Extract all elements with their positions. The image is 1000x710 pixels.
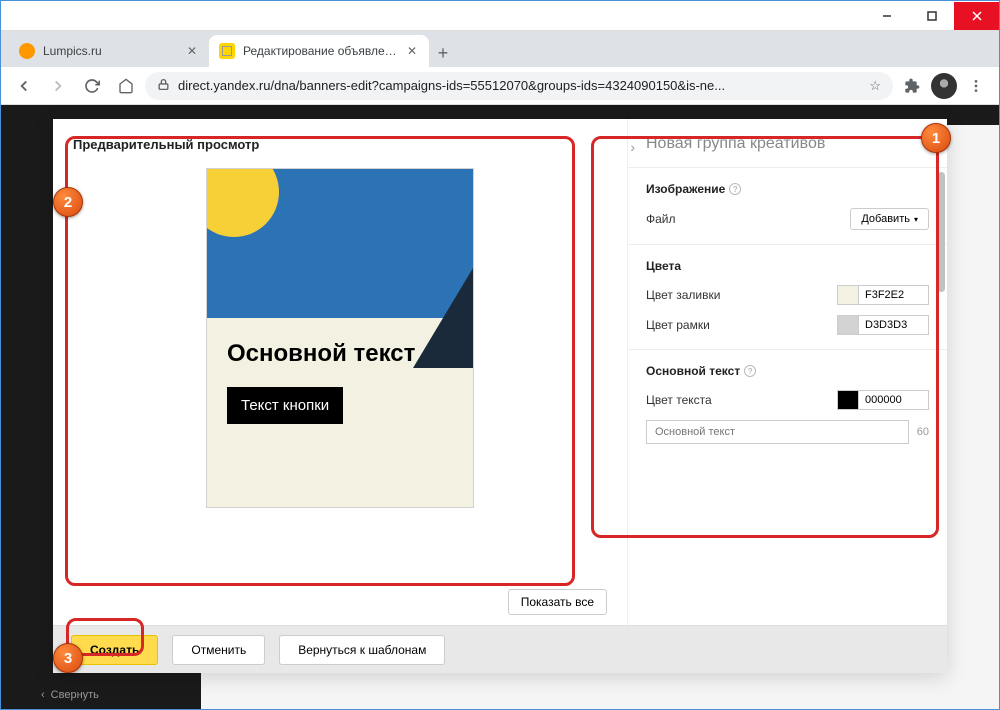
- window-titlebar: [1, 1, 999, 31]
- tab-close-icon[interactable]: ✕: [185, 44, 199, 58]
- chevron-left-icon: ‹: [41, 689, 45, 701]
- settings-panel: Новая группа креативов Изображение ? Фай…: [627, 119, 947, 625]
- text-color-input[interactable]: [859, 390, 929, 410]
- section-label: Изображение: [646, 182, 725, 196]
- preview-title: Предварительный просмотр: [73, 137, 607, 152]
- show-all-button[interactable]: Показать все: [508, 589, 607, 615]
- window-maximize-button[interactable]: [909, 2, 954, 30]
- menu-button[interactable]: [961, 71, 991, 101]
- image-section: Изображение ? Файл Добавить ▾: [628, 168, 947, 245]
- banner-triangle-shape: [413, 268, 473, 368]
- scrollbar-thumb[interactable]: [938, 172, 945, 292]
- file-label: Файл: [646, 212, 676, 226]
- reload-button[interactable]: [77, 71, 107, 101]
- favicon-icon: [19, 43, 35, 59]
- border-color-input[interactable]: [859, 315, 929, 335]
- tab-title: Редактирование объявлений: [243, 44, 397, 58]
- modal-close-button[interactable]: ✕: [924, 125, 939, 146]
- border-color-label: Цвет рамки: [646, 318, 710, 332]
- tab-yandex-direct[interactable]: Редактирование объявлений ✕: [209, 35, 429, 67]
- browser-window: Lumpics.ru ✕ Редактирование объявлений ✕…: [0, 0, 1000, 710]
- main-text-input[interactable]: [646, 420, 909, 444]
- browser-toolbar: direct.yandex.ru/dna/banners-edit?campai…: [1, 67, 999, 105]
- url-text: direct.yandex.ru/dna/banners-edit?campai…: [178, 78, 861, 93]
- window-minimize-button[interactable]: [864, 2, 909, 30]
- favicon-icon: [219, 43, 235, 59]
- collapse-sidebar-button[interactable]: ‹ Свернуть: [41, 689, 99, 701]
- lock-icon: [157, 78, 170, 94]
- text-color-label: Цвет текста: [646, 393, 712, 407]
- creative-editor-modal: ✕ Предварительный просмотр › Основной те…: [53, 119, 947, 673]
- help-icon[interactable]: ?: [744, 365, 756, 377]
- tab-strip: Lumpics.ru ✕ Редактирование объявлений ✕…: [1, 31, 999, 67]
- add-file-button[interactable]: Добавить ▾: [850, 208, 929, 230]
- banner-button-text: Текст кнопки: [227, 387, 343, 424]
- tab-close-icon[interactable]: ✕: [405, 44, 419, 58]
- window-close-button[interactable]: [954, 2, 999, 30]
- chevron-down-icon: ▾: [914, 215, 918, 224]
- fill-color-label: Цвет заливки: [646, 288, 720, 302]
- tab-title: Lumpics.ru: [43, 44, 177, 58]
- modal-footer: Создать Отменить Вернуться к шаблонам: [53, 625, 947, 673]
- border-color-swatch[interactable]: [837, 315, 859, 335]
- address-bar[interactable]: direct.yandex.ru/dna/banners-edit?campai…: [145, 72, 893, 100]
- section-label: Цвета: [646, 259, 681, 273]
- help-icon[interactable]: ?: [729, 183, 741, 195]
- home-button[interactable]: [111, 71, 141, 101]
- banner-circle-shape: [206, 168, 279, 237]
- tab-lumpics[interactable]: Lumpics.ru ✕: [9, 35, 209, 67]
- char-count: 60: [917, 426, 929, 438]
- create-button[interactable]: Создать: [71, 635, 158, 665]
- back-to-templates-button[interactable]: Вернуться к шаблонам: [279, 635, 445, 665]
- settings-header: Новая группа креативов: [628, 119, 947, 168]
- profile-avatar[interactable]: [931, 73, 957, 99]
- colors-section: Цвета Цвет заливки Цвет рамки: [628, 245, 947, 350]
- forward-button[interactable]: [43, 71, 73, 101]
- extensions-button[interactable]: [897, 71, 927, 101]
- cancel-button[interactable]: Отменить: [172, 635, 265, 665]
- settings-scroll-area[interactable]: Изображение ? Файл Добавить ▾: [628, 168, 947, 625]
- fill-color-swatch[interactable]: [837, 285, 859, 305]
- back-button[interactable]: [9, 71, 39, 101]
- section-label: Основной текст: [646, 364, 740, 378]
- new-tab-button[interactable]: +: [429, 39, 457, 67]
- text-color-swatch[interactable]: [837, 390, 859, 410]
- star-icon[interactable]: ☆: [869, 78, 881, 94]
- fill-color-input[interactable]: [859, 285, 929, 305]
- next-preview-icon[interactable]: ›: [630, 139, 635, 155]
- banner-preview: Основной текст Текст кнопки: [206, 168, 474, 508]
- main-text-section: Основной текст ? Цвет текста: [628, 350, 947, 458]
- preview-panel: Предварительный просмотр › Основной текс…: [53, 119, 627, 625]
